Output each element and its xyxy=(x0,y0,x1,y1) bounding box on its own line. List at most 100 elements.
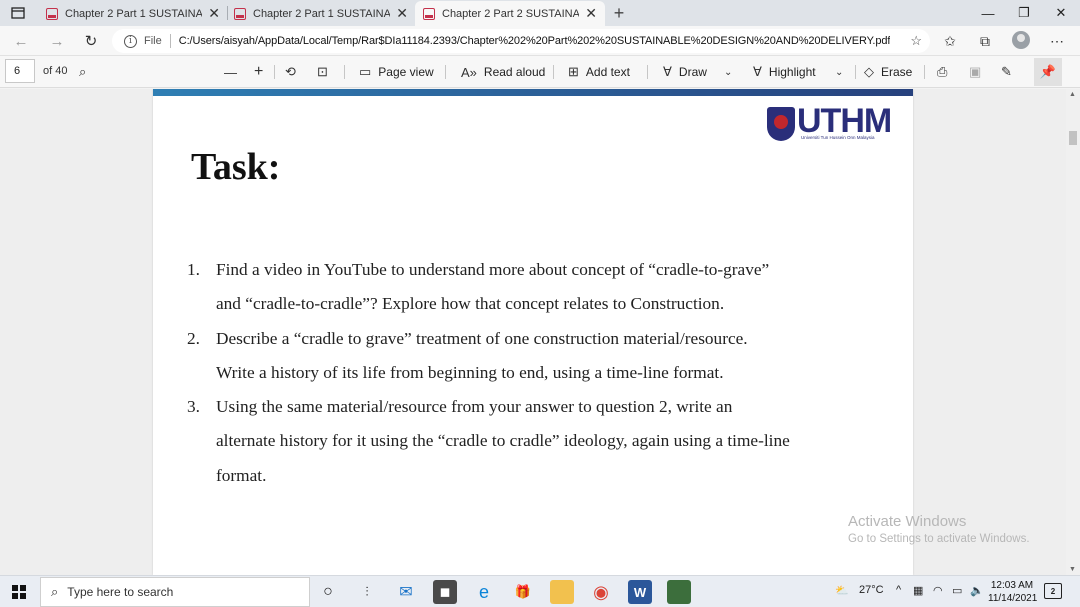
restore-button[interactable]: ❐ xyxy=(1006,0,1042,26)
tab-2[interactable]: Chapter 2 Part 1 SUSTAINABILITY ✕ xyxy=(226,1,416,26)
notification-count: 2 xyxy=(1050,586,1056,596)
draw-button[interactable]: ∀ Draw xyxy=(663,62,707,82)
toolbar-divider xyxy=(344,65,345,79)
scheme-label: File xyxy=(144,35,162,47)
logo-subtitle: Universiti Tun Hussein Onn Malaysia xyxy=(801,135,875,140)
info-icon[interactable]: i xyxy=(124,34,137,48)
eraser-icon: ◇ xyxy=(864,64,874,79)
weather-icon[interactable]: ⛅ xyxy=(835,584,849,597)
tab-3-active[interactable]: Chapter 2 Part 2 SUSTAINABLE D ✕ xyxy=(415,1,605,26)
page-number-input[interactable]: 6 xyxy=(5,59,35,83)
mail-icon[interactable]: ✉ xyxy=(394,580,418,604)
chrome-icon[interactable]: ◉ xyxy=(589,580,613,604)
weather-temp[interactable]: 27°C xyxy=(859,584,884,596)
store-icon[interactable]: ◼ xyxy=(433,580,457,604)
taskbar: ⌕ Type here to search ○ ⫶ ✉ ◼ e 🎁 ◉ W ⛅ … xyxy=(0,575,1080,607)
add-favorite-icon[interactable]: ☆ xyxy=(910,33,922,49)
favorites-icon[interactable]: ✩ xyxy=(940,32,960,50)
highlight-button[interactable]: ∀ Highlight xyxy=(753,62,816,82)
pin-toolbar-button[interactable]: 📌 xyxy=(1034,58,1062,86)
chevron-down-icon: ⌄ xyxy=(835,66,844,78)
item-line: Write a history of its life from beginni… xyxy=(216,362,724,382)
collections-icon[interactable]: ⧉ xyxy=(975,32,995,50)
scroll-up-icon[interactable]: ▲ xyxy=(1069,91,1076,98)
wifi-icon[interactable]: ◠ xyxy=(933,584,943,597)
rotate-button[interactable]: ⟲ xyxy=(285,62,303,82)
new-tab-button[interactable]: + xyxy=(608,2,630,24)
pdf-icon xyxy=(423,7,435,20)
back-button[interactable]: ← xyxy=(10,31,32,51)
scroll-down-icon[interactable]: ▼ xyxy=(1069,566,1076,573)
address-bar[interactable]: i File C:/Users/aisyah/AppData/Local/Tem… xyxy=(112,29,930,53)
edge-icon[interactable]: e xyxy=(472,580,496,604)
zoom-out-button[interactable]: — xyxy=(224,62,244,82)
item-number: 2. xyxy=(187,328,200,348)
refresh-button[interactable]: ↻ xyxy=(80,31,102,51)
url-text[interactable]: C:/Users/aisyah/AppData/Local/Temp/Rar$D… xyxy=(179,35,891,47)
erase-button[interactable]: ◇ Erase xyxy=(864,62,912,82)
item-number: 3. xyxy=(187,397,200,417)
minimize-button[interactable]: — xyxy=(970,0,1006,26)
pin-icon: 📌 xyxy=(1039,64,1057,79)
pdf-viewport[interactable]: UTHM Universiti Tun Hussein Onn Malaysia… xyxy=(0,89,1066,575)
highlight-dropdown[interactable]: ⌄ xyxy=(835,62,850,82)
tab-title: Chapter 2 Part 1 SUSTAINABILITY xyxy=(253,7,391,20)
list-item: 1. Find a video in YouTube to understand… xyxy=(187,253,887,322)
item-line: Describe a “cradle to grave” treatment o… xyxy=(216,328,748,348)
add-text-button[interactable]: ⊞ Add text xyxy=(568,62,630,82)
uthm-logo: UTHM Universiti Tun Hussein Onn Malaysia xyxy=(767,104,899,144)
scroll-thumb[interactable] xyxy=(1069,131,1077,145)
read-aloud-label: Read aloud xyxy=(483,65,546,79)
fit-page-button[interactable]: ⊡ xyxy=(317,62,335,82)
forward-button[interactable]: → xyxy=(46,31,68,51)
vertical-scrollbar[interactable]: ▲ ▼ xyxy=(1066,89,1080,575)
read-aloud-button[interactable]: A» Read aloud xyxy=(461,62,545,82)
toolbar-divider xyxy=(445,65,446,79)
toolbar-divider xyxy=(274,65,275,79)
draw-dropdown[interactable]: ⌄ xyxy=(724,62,739,82)
close-window-button[interactable]: ✕ xyxy=(1043,0,1079,26)
toolbar-divider xyxy=(647,65,648,79)
clock[interactable]: 12:03 AM 11/14/2021 xyxy=(988,579,1037,605)
app-icon[interactable] xyxy=(667,580,691,604)
tab-actions-button[interactable] xyxy=(6,4,30,22)
start-button[interactable] xyxy=(12,585,26,599)
search-button[interactable]: ⌕ xyxy=(79,62,93,82)
close-tab-icon[interactable]: ✕ xyxy=(585,5,597,22)
item-line: Find a video in YouTube to understand mo… xyxy=(216,260,770,279)
print-button[interactable]: ⎙ xyxy=(937,62,954,82)
save-as-button[interactable]: ✎ xyxy=(1001,62,1019,82)
search-icon: ⌕ xyxy=(79,64,87,79)
tab-1[interactable]: Chapter 2 Part 1 SUSTAINABILITY ✕ xyxy=(38,1,228,26)
word-icon[interactable]: W xyxy=(628,580,652,604)
tab-title: Chapter 2 Part 2 SUSTAINABLE D xyxy=(442,7,580,20)
close-tab-icon[interactable]: ✕ xyxy=(396,5,408,22)
minus-icon: — xyxy=(224,64,237,80)
show-hidden-icons[interactable]: ^ xyxy=(896,584,901,596)
gift-icon[interactable]: 🎁 xyxy=(511,580,535,604)
page-view-button[interactable]: ▭ Page view xyxy=(359,62,434,82)
list-item: 3. Using the same material/resource from… xyxy=(187,390,887,493)
save-button[interactable]: ▣ xyxy=(969,62,988,82)
profile-avatar[interactable] xyxy=(1012,31,1030,49)
erase-label: Erase xyxy=(881,65,913,79)
notification-center-icon[interactable]: 2 xyxy=(1044,583,1062,599)
cortana-icon[interactable]: ○ xyxy=(316,580,340,604)
toolbar-divider xyxy=(855,65,856,79)
pdf-icon xyxy=(234,7,246,20)
network-icon[interactable]: ▦ xyxy=(913,584,923,597)
address-bar-row: ← → ↻ i File C:/Users/aisyah/AppData/Loc… xyxy=(0,26,1080,56)
search-icon: ⌕ xyxy=(51,584,59,599)
save-as-icon: ✎ xyxy=(1001,64,1012,79)
zoom-in-button[interactable]: + xyxy=(254,62,270,82)
pdf-icon xyxy=(46,7,58,20)
close-tab-icon[interactable]: ✕ xyxy=(208,5,220,22)
volume-icon[interactable]: 🔈 xyxy=(970,584,984,597)
battery-icon[interactable]: ▭ xyxy=(952,584,962,597)
more-menu-icon[interactable]: ⋯ xyxy=(1047,32,1067,50)
taskbar-search[interactable]: ⌕ Type here to search xyxy=(40,577,310,607)
pdf-page: UTHM Universiti Tun Hussein Onn Malaysia… xyxy=(153,89,913,575)
highlight-label: Highlight xyxy=(768,65,816,79)
task-view-icon[interactable]: ⫶ xyxy=(355,580,379,604)
file-explorer-icon[interactable] xyxy=(550,580,574,604)
